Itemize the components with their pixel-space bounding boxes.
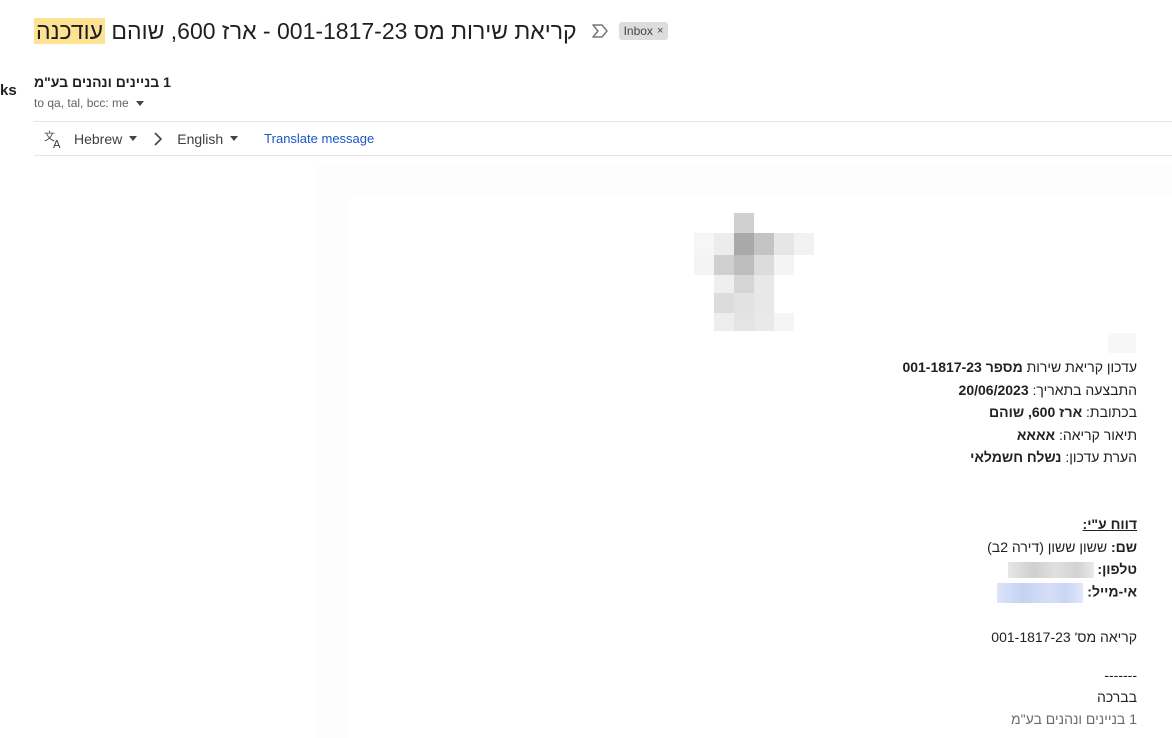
sender-name[interactable]: 1 בניינים ונהנים בע"מ (34, 74, 171, 90)
subject-row: קריאת שירות מס 001-1817-23 - ארז 600, שו… (34, 14, 669, 48)
date-prefix: התבצעה בתאריך: (1028, 382, 1137, 398)
translate-icon: 文 A (44, 129, 61, 149)
svg-text:A: A (53, 138, 61, 149)
body-line-date: התבצעה בתאריך: 20/06/2023 (959, 382, 1137, 398)
name-value: ששון ששון (דירה 2ב) (987, 539, 1111, 555)
note-prefix: הערת עדכון: (1061, 449, 1137, 465)
reporter-phone-line: טלפון: (1007, 561, 1137, 579)
phone-label: טלפון: (1097, 561, 1137, 577)
call-number-line: קריאה מס' 001-1817-23 (991, 629, 1137, 645)
source-language-dropdown[interactable]: Hebrew (74, 130, 138, 147)
translate-message-link[interactable]: Translate message (264, 131, 374, 146)
description-prefix: תיאור קריאה: (1055, 427, 1137, 443)
recipients[interactable]: to qa, tal, bcc: me (34, 96, 144, 110)
image-placeholder (1108, 333, 1136, 353)
recipients-details-icon[interactable] (135, 100, 144, 106)
chevron-down-icon (129, 136, 138, 141)
target-language-dropdown[interactable]: English (177, 130, 239, 147)
report-heading: דווח ע"י: (1082, 516, 1137, 532)
translate-bar: 文 A Hebrew English Translate message (34, 121, 1172, 156)
name-label: שם: (1110, 539, 1137, 555)
inbox-label-text: Inbox (623, 24, 653, 38)
edge-text: ks (0, 82, 17, 99)
chevron-down-icon (230, 136, 239, 141)
email-redacted-link[interactable] (997, 583, 1084, 603)
inbox-label-chip[interactable]: Inbox × (618, 22, 669, 40)
company-logo-blurred (694, 213, 814, 331)
source-language-label: Hebrew (74, 130, 123, 147)
reporter-name-line: שם: ששון ששון (דירה 2ב) (987, 539, 1137, 555)
update-number: מספר 001-1817-23 (902, 359, 1023, 375)
email-label: אי-מייל: (1087, 583, 1137, 600)
date-value: 20/06/2023 (958, 382, 1029, 398)
description-value: אאאא (1016, 427, 1056, 443)
body-line-update: עדכון קריאת שירות מספר 001-1817-23 (902, 359, 1137, 375)
subject-text: קריאת שירות מס 001-1817-23 - ארז 600, שו… (111, 17, 577, 44)
regards-line: בברכה (1096, 689, 1137, 705)
address-value: ארז 600, שוהם (989, 404, 1083, 420)
target-language-label: English (177, 130, 224, 147)
update-prefix: עדכון קריאת שירות (1022, 359, 1137, 375)
chevron-right-icon (154, 131, 163, 146)
signature-line: 1 בניינים ונהנים בע"מ (1011, 711, 1137, 727)
reporter-email-line: אי-מייל: (997, 583, 1137, 603)
body-line-address: בכתובת: ארז 600, שוהם (989, 404, 1137, 420)
recipients-text: to qa, tal, bcc: me (34, 96, 129, 110)
note-value: נשלח חשמלאי (970, 449, 1062, 465)
subject-highlight: עודכנה (34, 17, 106, 44)
phone-redacted (1007, 562, 1094, 579)
remove-label-icon[interactable]: × (657, 25, 663, 37)
address-prefix: בכתובת: (1082, 404, 1137, 420)
email-subject: קריאת שירות מס 001-1817-23 - ארז 600, שו… (34, 17, 577, 45)
body-line-note: הערת עדכון: נשלח חשמלאי (970, 449, 1137, 465)
separator-line: ------- (1104, 667, 1137, 683)
importance-marker-icon[interactable] (591, 23, 609, 39)
body-line-description: תיאור קריאה: אאאא (1017, 427, 1137, 443)
